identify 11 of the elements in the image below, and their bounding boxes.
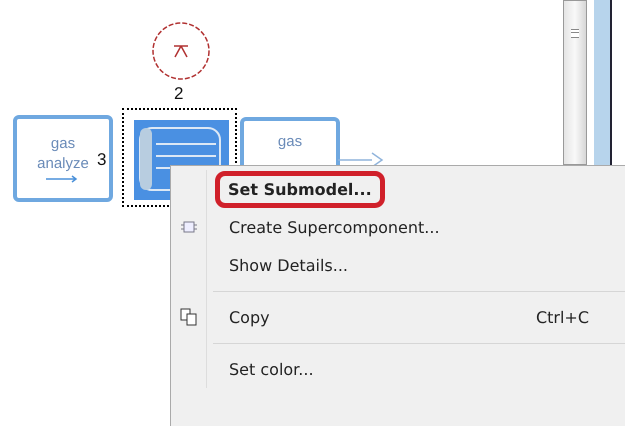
scrollbar[interactable] <box>563 0 587 165</box>
menu-item[interactable]: Copy Ctrl+C <box>219 304 599 330</box>
menu-item[interactable]: Set color... <box>219 356 599 382</box>
chip-icon <box>180 219 198 235</box>
port-label: 2 <box>174 84 184 104</box>
sensor-icon <box>150 20 212 82</box>
menu-item[interactable]: Show Details... <box>219 252 599 278</box>
menu-item[interactable]: Create Supercomponent... <box>219 214 599 240</box>
port-label: 3 <box>97 150 106 170</box>
menu-item[interactable]: Set Submodel... <box>215 170 385 208</box>
copy-icon <box>180 308 198 326</box>
